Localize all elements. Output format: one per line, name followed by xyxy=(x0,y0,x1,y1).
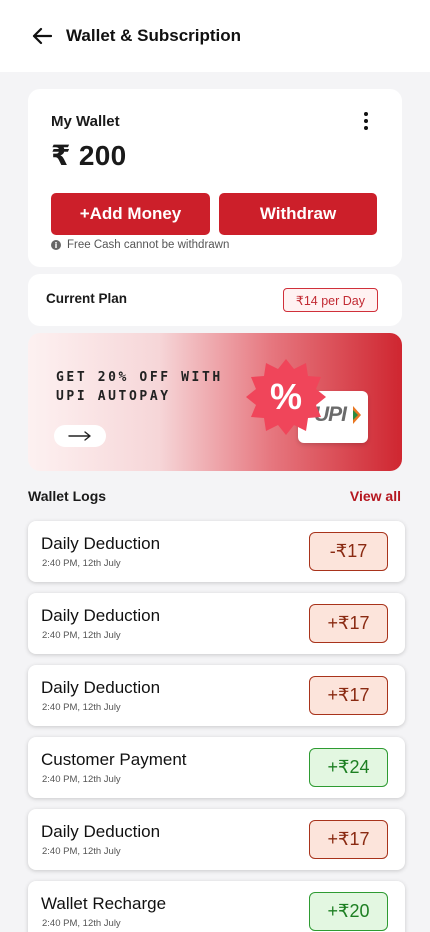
log-item[interactable]: Wallet Recharge 2:40 PM, 12th July +₹20 xyxy=(28,881,405,932)
log-amount: +₹17 xyxy=(309,604,388,643)
log-amount: +₹17 xyxy=(309,820,388,859)
log-name: Daily Deduction xyxy=(41,822,161,841)
more-dots-icon xyxy=(364,112,368,116)
log-time: 2:40 PM, 12th July xyxy=(42,846,121,857)
log-item[interactable]: Daily Deduction 2:40 PM, 12th July +₹17 xyxy=(28,665,405,726)
wallet-card: My Wallet ₹ 200 +Add Money Withdraw i Fr… xyxy=(28,89,402,267)
log-name: Wallet Recharge xyxy=(41,894,167,913)
wallet-balance: ₹ 200 xyxy=(51,140,127,171)
log-amount: -₹17 xyxy=(309,532,388,571)
log-time: 2:40 PM, 12th July xyxy=(42,558,121,569)
back-button[interactable] xyxy=(30,24,54,48)
withdraw-button[interactable]: Withdraw xyxy=(219,193,377,235)
view-all-link[interactable]: View all xyxy=(350,488,401,504)
log-name: Daily Deduction xyxy=(41,678,161,697)
arrow-right-icon xyxy=(68,431,91,441)
info-icon: i xyxy=(51,240,61,250)
log-amount: +₹20 xyxy=(309,892,388,931)
log-item[interactable]: Daily Deduction 2:40 PM, 12th July -₹17 xyxy=(28,521,405,582)
log-name: Daily Deduction xyxy=(41,534,161,553)
log-amount: +₹17 xyxy=(309,676,388,715)
more-dot xyxy=(364,126,368,130)
arrow-left-icon xyxy=(32,27,52,45)
discount-badge-symbol: % xyxy=(270,376,302,417)
more-dot xyxy=(364,119,368,123)
current-plan-card: Current Plan ₹14 per Day xyxy=(28,274,402,326)
log-time: 2:40 PM, 12th July xyxy=(42,918,121,929)
more-options-button[interactable] xyxy=(356,109,376,133)
log-item[interactable]: Customer Payment 2:40 PM, 12th July +₹24 xyxy=(28,737,405,798)
log-name: Daily Deduction xyxy=(41,606,161,625)
wallet-title: My Wallet xyxy=(51,113,120,130)
log-time: 2:40 PM, 12th July xyxy=(42,630,121,641)
log-item[interactable]: Daily Deduction 2:40 PM, 12th July +₹17 xyxy=(28,809,405,870)
add-money-button[interactable]: +Add Money xyxy=(51,193,210,235)
upi-chevron-icon xyxy=(353,406,361,424)
log-amount: +₹24 xyxy=(309,748,388,787)
log-time: 2:40 PM, 12th July xyxy=(42,774,121,785)
promo-text: GET 20% OFF WITH UPI AUTOPAY xyxy=(56,370,223,404)
upi-autopay-banner[interactable]: GET 20% OFF WITH UPI AUTOPAY UPI % xyxy=(28,333,402,471)
promo-arrow-button[interactable] xyxy=(54,425,106,447)
plan-badge[interactable]: ₹14 per Day xyxy=(282,288,378,312)
withdraw-note: i Free Cash cannot be withdrawn xyxy=(51,239,229,251)
log-item[interactable]: Daily Deduction 2:40 PM, 12th July +₹17 xyxy=(28,593,405,654)
log-name: Customer Payment xyxy=(41,750,187,769)
plan-label: Current Plan xyxy=(46,291,128,306)
withdraw-note-text: Free Cash cannot be withdrawn xyxy=(67,239,230,251)
page-title: Wallet & Subscription xyxy=(66,26,242,45)
log-time: 2:40 PM, 12th July xyxy=(42,702,121,713)
app-header: Wallet & Subscription xyxy=(0,0,430,72)
wallet-logs-title: Wallet Logs xyxy=(28,488,107,504)
discount-badge-icon: % xyxy=(246,359,326,435)
